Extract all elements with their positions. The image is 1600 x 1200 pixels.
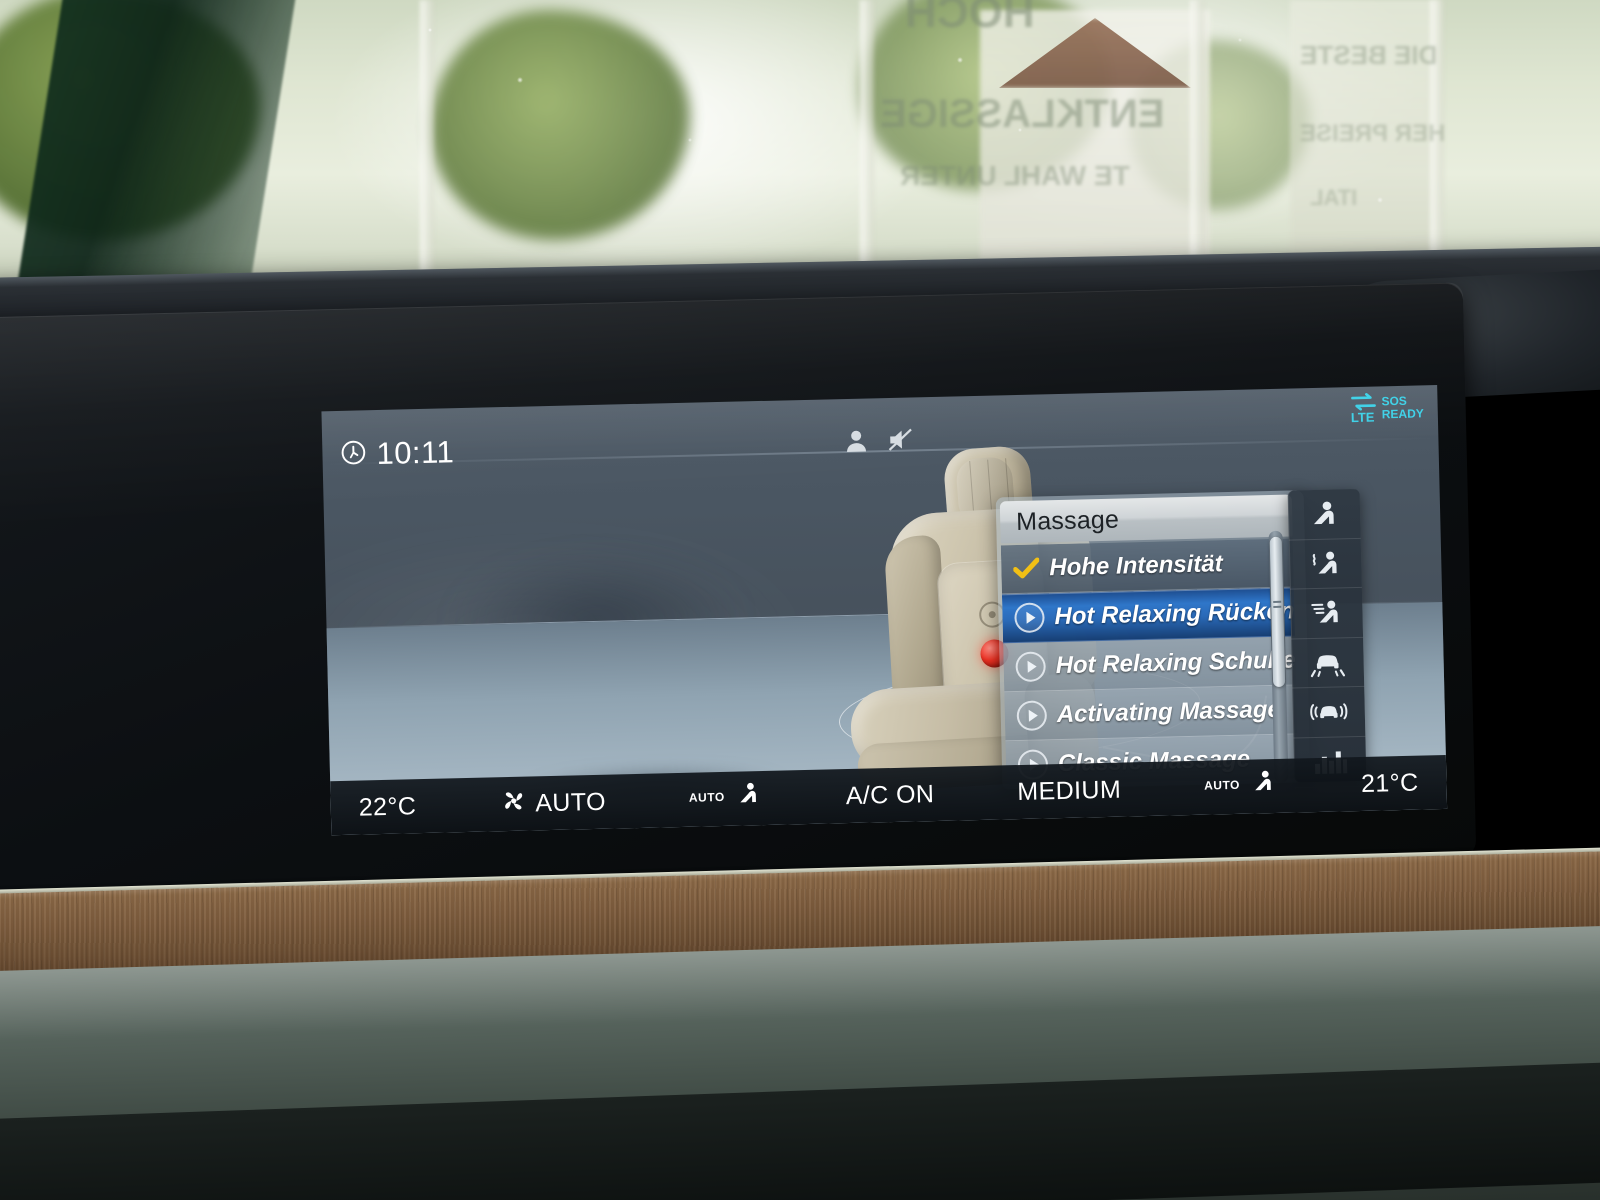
check-icon: [1012, 557, 1040, 580]
left-temp-value: 22°C: [358, 791, 417, 822]
seat-adjust-icon[interactable]: [1287, 488, 1361, 541]
play-icon[interactable]: [1015, 651, 1047, 683]
blower-level[interactable]: MEDIUM: [1017, 775, 1121, 806]
clock-group: 10:11: [340, 434, 455, 473]
list-item-label: Hot Relaxing Schulter: [1055, 646, 1299, 680]
ac-status[interactable]: A/C ON: [845, 780, 934, 811]
lte-label: LTE: [1350, 409, 1375, 426]
menu-frame: Massage Hohe Intensität Hot Relaxing Rüc…: [995, 490, 1311, 790]
massage-menu[interactable]: Massage Hohe Intensität Hot Relaxing Rüc…: [995, 488, 1373, 798]
scrollbar-thumb[interactable]: [1269, 536, 1286, 687]
list-item-label: Activating Massage: [1056, 695, 1282, 729]
lte-block: LTE: [1350, 392, 1377, 426]
sos-block: SOS READY: [1381, 394, 1424, 421]
data-transfer-arrows-icon: [1350, 392, 1376, 411]
list-item-hot-relaxing-ruecken[interactable]: Hot Relaxing Rücken: [1001, 587, 1296, 644]
icon-rail[interactable]: [1287, 488, 1367, 789]
menu-list[interactable]: Hohe Intensität Hot Relaxing Rücken Hot …: [1000, 538, 1299, 786]
left-seat-auto-label: AUTO: [688, 789, 725, 805]
left-temperature[interactable]: 22°C: [358, 792, 416, 822]
right-temperature[interactable]: 21°C: [1361, 768, 1419, 798]
right-seat-climate-control[interactable]: AUTO: [1204, 768, 1279, 805]
fan-icon: [499, 787, 528, 821]
play-icon[interactable]: [1014, 602, 1045, 634]
fan-auto-control[interactable]: AUTO: [499, 785, 606, 821]
list-item-label: Hohe Intensität: [1049, 550, 1223, 582]
seat-ventilation-icon[interactable]: [1289, 588, 1364, 640]
right-seat-auto-label: AUTO: [1203, 777, 1241, 793]
ac-status-label: A/C ON: [845, 779, 935, 810]
fan-mode-label: AUTO: [534, 787, 607, 817]
list-item-activating-massage[interactable]: Activating Massage: [1004, 685, 1298, 742]
seat-heating-icon[interactable]: [1288, 538, 1362, 590]
blower-level-label: MEDIUM: [1017, 775, 1122, 806]
interior-photo-scene: e Sternau HOCH ENTKLASSIGE TE WAHL UNTER…: [0, 0, 1600, 1200]
right-temp-value: 21°C: [1360, 768, 1419, 798]
sos-ready-label: READY: [1381, 405, 1424, 421]
comand-screen[interactable]: 10:11 LTE SOS READY Massage Hohe Intensi…: [321, 385, 1448, 836]
seat-climate-icon: [1248, 768, 1279, 804]
left-seat-climate-control[interactable]: AUTO: [689, 781, 764, 818]
list-item-hot-relaxing-schulter[interactable]: Hot Relaxing Schulter: [1003, 636, 1299, 693]
list-item-hohe-intensitaet[interactable]: Hohe Intensität: [1000, 538, 1294, 595]
menu-title-bar: Massage: [999, 494, 1293, 544]
telematics-status-group: LTE SOS READY: [1350, 391, 1424, 426]
clock-icon: [340, 439, 367, 471]
play-icon[interactable]: [1016, 700, 1048, 732]
clock-time: 10:11: [376, 434, 455, 472]
lane-assist-icon[interactable]: [1291, 637, 1365, 689]
page-title: Massage: [1015, 505, 1120, 536]
parking-sensors-icon[interactable]: [1292, 687, 1366, 739]
list-item-label: Hot Relaxing Rücken: [1054, 597, 1295, 631]
central-display-assembly: 10:11 LTE SOS READY Massage Hohe Intensi…: [0, 282, 1477, 917]
seat-climate-icon: [732, 781, 763, 817]
